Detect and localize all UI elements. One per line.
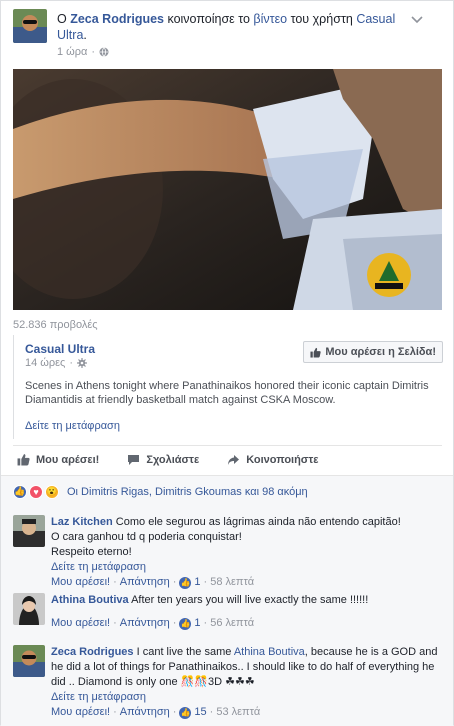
comment-button[interactable]: Σχολιάστε bbox=[127, 454, 199, 466]
comments-section: Laz Kitchen Como ele segurou as lágrimas… bbox=[1, 507, 453, 726]
comment-text: O cara ganhou td q poderia conquistar! bbox=[51, 531, 242, 543]
commenter-avatar[interactable] bbox=[13, 515, 45, 547]
view-count: 52.836 προβολές bbox=[13, 319, 98, 331]
comment-icon bbox=[128, 454, 140, 465]
comment-like-count[interactable]: 1 bbox=[194, 616, 200, 631]
header-action: κοινοποίησε το bbox=[167, 12, 250, 26]
thumbs-up-icon bbox=[17, 454, 30, 466]
post-header-text: Ο Zeca Rodrigues κοινοποίησε το βίντεο τ… bbox=[57, 12, 396, 42]
header-of-user: του χρήστη bbox=[290, 12, 353, 26]
reactions-summary[interactable]: 👍 ♥ 😮 Οι Dimitris Rigas, Dimitris Gkouma… bbox=[1, 475, 453, 507]
like-reaction-icon: 👍 bbox=[13, 484, 27, 499]
comment-actions: Μου αρέσει! · Απάντηση · 👍 15 · 53 λεπτά bbox=[51, 705, 261, 720]
comment-like-count[interactable]: 1 bbox=[194, 575, 200, 590]
header-prefix: Ο bbox=[57, 12, 67, 26]
comment-reply-link[interactable]: Απάντηση bbox=[120, 705, 170, 720]
share-label: Κοινοποιήστε bbox=[246, 453, 319, 466]
post-meta: 1 ώρα · bbox=[57, 46, 109, 58]
video-link[interactable]: βίντεο bbox=[253, 12, 287, 26]
comment-emoji: 🎊🎊3D ☘☘☘ bbox=[180, 676, 255, 688]
comment-text: After ten years you will live exactly th… bbox=[131, 594, 369, 606]
comment-time[interactable]: 53 λεπτά bbox=[216, 705, 260, 720]
thumbs-up-icon: 👍 bbox=[179, 706, 192, 719]
post-author-link[interactable]: Zeca Rodrigues bbox=[70, 12, 164, 26]
comment-like-link[interactable]: Μου αρέσει! bbox=[51, 575, 110, 590]
author-avatar[interactable] bbox=[13, 9, 47, 43]
love-reaction-icon: ♥ bbox=[29, 484, 43, 499]
gear-icon bbox=[77, 358, 88, 368]
like-button[interactable]: Μου αρέσει! bbox=[17, 453, 99, 466]
share-button[interactable]: Κοινοποιήστε bbox=[227, 454, 318, 466]
comment-like-count[interactable]: 15 bbox=[194, 705, 206, 720]
commenter-avatar[interactable] bbox=[13, 645, 45, 677]
wow-reaction-icon: 😮 bbox=[45, 484, 59, 499]
comment-author[interactable]: Laz Kitchen bbox=[51, 516, 113, 528]
like-page-button[interactable]: Μου αρέσει η Σελίδα! bbox=[303, 341, 443, 363]
shared-time[interactable]: 14 ώρες bbox=[25, 357, 65, 369]
post-actions: Μου αρέσει! Σχολιάστε Κοινοποιήστε bbox=[13, 445, 442, 473]
share-icon bbox=[228, 454, 240, 465]
comment-reply-link[interactable]: Απάντηση bbox=[120, 575, 170, 590]
globe-icon bbox=[99, 47, 109, 57]
shared-page-name[interactable]: Casual Ultra bbox=[25, 342, 95, 356]
comment-reply-link[interactable]: Απάντηση bbox=[120, 616, 170, 631]
comment-time[interactable]: 58 λεπτά bbox=[210, 575, 254, 590]
see-translation-link[interactable]: Δείτε τη μετάφραση bbox=[25, 420, 120, 432]
comment-actions: Μου αρέσει! · Απάντηση · 👍 1 · 56 λεπτά bbox=[51, 616, 255, 631]
video-frame bbox=[13, 69, 442, 310]
comment-text: I cant live the same bbox=[136, 646, 232, 658]
comment-text: Respeito eterno! bbox=[51, 546, 132, 558]
shared-post: Casual Ultra 14 ώρες · Μου αρέσει η Σελί… bbox=[13, 335, 443, 439]
feed-post: Ο Zeca Rodrigues κοινοποίησε το βίντεο τ… bbox=[0, 0, 454, 726]
post-time[interactable]: 1 ώρα bbox=[57, 46, 87, 58]
comment-like-link[interactable]: Μου αρέσει! bbox=[51, 616, 110, 631]
commenter-avatar[interactable] bbox=[13, 593, 45, 625]
like-page-label: Μου αρέσει η Σελίδα! bbox=[325, 346, 436, 358]
thumbs-up-icon: 👍 bbox=[179, 617, 192, 630]
comment-like-link[interactable]: Μου αρέσει! bbox=[51, 705, 110, 720]
comment-time[interactable]: 56 λεπτά bbox=[210, 616, 254, 631]
comment-text: Como ele segurou as lágrimas ainda não e… bbox=[115, 516, 401, 528]
comment-author[interactable]: Athina Boutiva bbox=[51, 594, 129, 606]
reactions-text[interactable]: Οι Dimitris Rigas, Dimitris Gkoumas και … bbox=[67, 486, 308, 498]
shared-meta: 14 ώρες · bbox=[25, 357, 88, 369]
comment-author[interactable]: Zeca Rodrigues bbox=[51, 646, 134, 658]
thumbs-up-icon bbox=[310, 347, 322, 358]
shared-description: Scenes in Athens tonight where Panathina… bbox=[25, 380, 429, 406]
thumbs-up-icon: 👍 bbox=[179, 576, 192, 589]
see-translation-link[interactable]: Δείτε τη μετάφραση bbox=[51, 560, 443, 575]
chevron-down-icon[interactable] bbox=[411, 13, 423, 27]
comment-mention[interactable]: Athina Boutiva bbox=[234, 646, 305, 658]
comment-label: Σχολιάστε bbox=[146, 453, 200, 466]
see-translation-link[interactable]: Δείτε τη μετάφραση bbox=[51, 690, 443, 705]
like-label: Μου αρέσει! bbox=[36, 453, 100, 466]
comment-actions: Μου αρέσει! · Απάντηση · 👍 1 · 58 λεπτά bbox=[51, 575, 255, 590]
video-player[interactable] bbox=[13, 69, 442, 310]
